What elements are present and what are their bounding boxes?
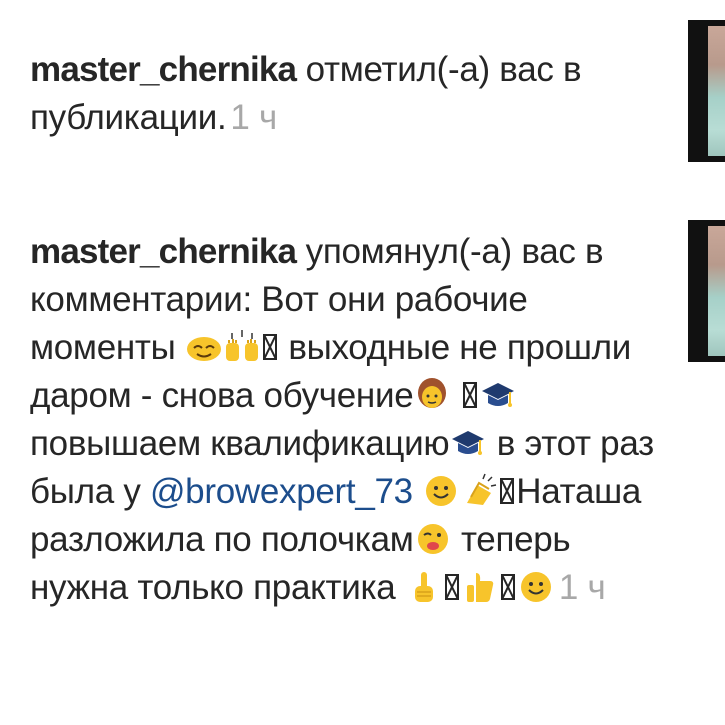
notification-tagged[interactable]: master_chernika отметил(-а) вас в публик… xyxy=(30,46,670,142)
mention-link[interactable]: @browexpert_73 xyxy=(150,472,413,511)
winking-tongue-face-icon xyxy=(415,521,451,557)
post-thumbnail[interactable] xyxy=(688,220,725,362)
graduation-cap-icon xyxy=(480,377,516,413)
graduation-cap-icon xyxy=(450,425,486,461)
timestamp: 1 ч xyxy=(230,98,277,137)
index-pointing-up-icon xyxy=(406,569,442,605)
username-link[interactable]: master_chernika xyxy=(30,50,297,89)
clapping-hands-icon xyxy=(461,473,497,509)
smiling-face-icon xyxy=(186,329,222,365)
missing-glyph-icon xyxy=(262,333,277,360)
thumbs-up-icon xyxy=(462,569,498,605)
raised-hands-icon xyxy=(224,329,260,365)
missing-glyph-icon xyxy=(444,573,459,600)
comment-text: повышаем квалификацию xyxy=(30,424,450,463)
missing-glyph-icon xyxy=(500,573,515,600)
missing-glyph-icon xyxy=(500,477,515,504)
smiling-face-icon xyxy=(423,473,459,509)
smiling-face-icon xyxy=(518,569,554,605)
timestamp: 1 ч xyxy=(558,568,606,607)
notification-mention[interactable]: master_chernika упомянул(-а) вас в комме… xyxy=(30,228,670,612)
thumbnail-image xyxy=(708,226,725,356)
missing-glyph-icon xyxy=(462,381,477,408)
thumbnail-image xyxy=(708,26,725,156)
woman-icon xyxy=(414,377,450,413)
username-link[interactable]: master_chernika xyxy=(30,232,297,271)
post-thumbnail[interactable] xyxy=(688,20,725,162)
